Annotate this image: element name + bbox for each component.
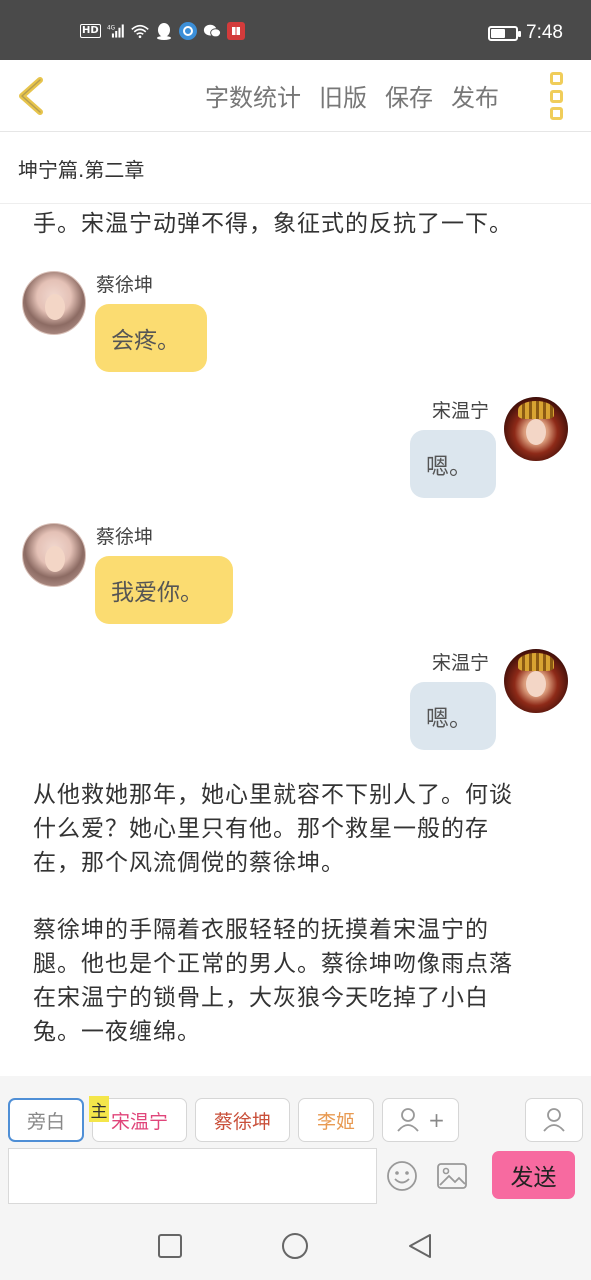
emoji-icon — [387, 1161, 417, 1191]
recent-apps-button[interactable] — [156, 1232, 184, 1260]
square-icon — [158, 1234, 182, 1258]
circle-icon — [282, 1233, 308, 1259]
chevron-left-icon — [19, 77, 43, 115]
character-selector-bar: 旁白 宋温宁 主 蔡徐坤 李姬 + 发送 — [0, 1076, 591, 1210]
back-nav-button[interactable] — [406, 1232, 434, 1260]
main-character-tag: 主 — [89, 1096, 109, 1122]
hd-icon: HD — [80, 24, 101, 38]
chapter-title: 坤宁篇.第二章 — [18, 158, 145, 182]
user-add-icon — [397, 1108, 419, 1132]
speaker-name: 宋温宁 — [432, 400, 490, 422]
status-bar: HD 4G 7:48 — [0, 0, 591, 60]
signal-icon: 4G — [107, 22, 125, 40]
status-icons-right: 7:48 — [488, 22, 563, 44]
avatar-songwenning[interactable] — [504, 397, 568, 461]
message-bubble-right[interactable]: 嗯。 — [410, 430, 496, 498]
chapter-title-bar[interactable]: 坤宁篇.第二章 — [0, 132, 591, 204]
avatar-songwenning[interactable] — [504, 649, 568, 713]
toolbar-actions: 字数统计 旧版 保存 发布 — [205, 78, 499, 113]
message-bubble-left[interactable]: 我爱你。 — [95, 556, 233, 624]
signal-label: 4G — [107, 25, 115, 31]
reader-icon — [226, 22, 245, 40]
character-chip-liji[interactable]: 李姬 — [298, 1098, 374, 1142]
back-button[interactable] — [12, 74, 52, 118]
add-character-button[interactable]: + — [382, 1098, 459, 1142]
save-button[interactable]: 保存 — [385, 78, 433, 113]
publish-button[interactable]: 发布 — [451, 78, 499, 113]
wechat-icon — [203, 22, 221, 40]
more-menu-button[interactable] — [550, 72, 566, 120]
character-manage-button[interactable] — [525, 1098, 583, 1142]
speaker-name: 宋温宁 — [432, 652, 490, 674]
wifi-icon — [130, 22, 149, 40]
narration-top: 手。宋温宁动弹不得，象征式的反抗了一下。 — [33, 211, 513, 237]
character-name: 蔡徐坤 — [213, 1110, 271, 1133]
speaker-name: 蔡徐坤 — [96, 274, 154, 296]
narration-paragraph: 蔡徐坤的手隔着衣服轻轻的抚摸着宋温宁的 腿。他也是个正常的男人。蔡徐坤吻像雨点落… — [33, 917, 513, 1045]
battery-level — [491, 28, 506, 38]
avatar-caixukun[interactable] — [22, 271, 86, 335]
message-input[interactable] — [8, 1148, 377, 1204]
character-chip-caixukun[interactable]: 蔡徐坤 — [195, 1098, 290, 1142]
vertical-dots-icon — [550, 72, 563, 85]
character-name: 宋温宁 — [110, 1110, 168, 1133]
battery-icon — [488, 25, 522, 41]
narration-paragraph: 从他救她那年，她心里就容不下别人了。何谈 什么爱？她心里只有他。那个救星一般的存… — [33, 782, 513, 876]
word-count-button[interactable]: 字数统计 — [205, 78, 301, 113]
narrator-chip[interactable]: 旁白 — [8, 1098, 84, 1142]
app-icon — [178, 22, 197, 40]
add-label: + — [428, 1108, 445, 1132]
character-name: 李姬 — [316, 1110, 355, 1133]
story-content[interactable]: 手。宋温宁动弹不得，象征式的反抗了一下。 蔡徐坤 会疼。 宋温宁 嗯。 蔡徐坤 … — [0, 204, 591, 1076]
user-icon — [543, 1108, 565, 1132]
speaker-name: 蔡徐坤 — [96, 526, 154, 548]
old-version-button[interactable]: 旧版 — [319, 78, 367, 113]
system-nav-bar — [0, 1210, 591, 1280]
emoji-button[interactable] — [385, 1159, 419, 1193]
image-icon — [437, 1163, 467, 1189]
status-icons-left: HD 4G — [80, 22, 245, 40]
home-button[interactable] — [281, 1232, 309, 1260]
qq-icon — [155, 22, 173, 40]
image-button[interactable] — [435, 1159, 469, 1193]
message-bubble-left[interactable]: 会疼。 — [95, 304, 207, 372]
message-bubble-right[interactable]: 嗯。 — [410, 682, 496, 750]
avatar-caixukun[interactable] — [22, 523, 86, 587]
triangle-back-icon — [409, 1234, 431, 1258]
send-button[interactable]: 发送 — [492, 1151, 575, 1199]
top-toolbar: 字数统计 旧版 保存 发布 — [0, 60, 591, 132]
clock: 7:48 — [526, 22, 563, 43]
